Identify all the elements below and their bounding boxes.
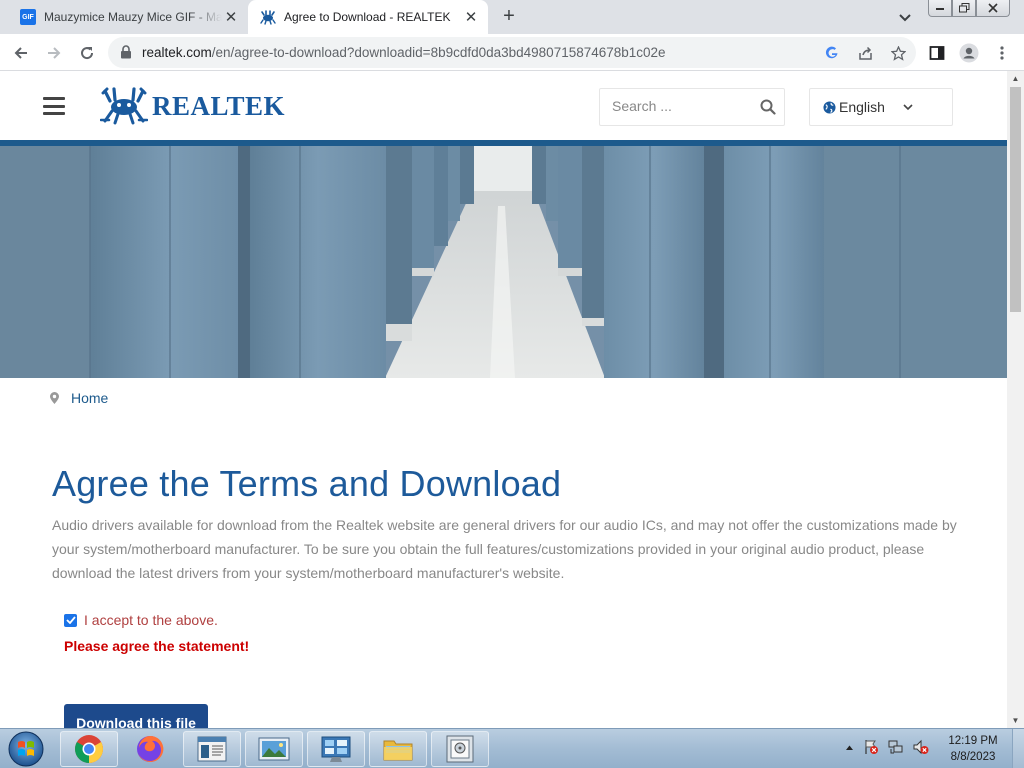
taskbar-file-explorer[interactable] <box>369 731 427 767</box>
disk-utility-icon <box>446 735 474 763</box>
close-window-button[interactable] <box>976 0 1010 17</box>
network-icon[interactable] <box>888 739 904 755</box>
system-tray <box>845 739 929 755</box>
site-search[interactable] <box>599 88 785 126</box>
download-file-button[interactable]: Download this file <box>64 704 208 728</box>
windows-taskbar: 12:19 PM 8/8/2023 <box>0 728 1024 768</box>
logo-text: REALTEK <box>152 90 286 121</box>
agree-warning-text: Please agree the statement! <box>64 638 250 654</box>
accept-checkbox[interactable] <box>64 613 77 627</box>
back-arrow-icon <box>14 47 27 59</box>
url-text[interactable]: realtek.com/en/agree-to-download?downloa… <box>142 45 666 60</box>
globe-icon <box>823 100 836 114</box>
chevron-down-icon <box>903 104 913 111</box>
address-bar[interactable]: realtek.com/en/agree-to-download?downloa… <box>108 37 916 68</box>
restore-icon <box>958 3 969 13</box>
profile-button[interactable] <box>958 42 980 64</box>
checkmark-icon <box>65 616 76 624</box>
accept-label[interactable]: I accept to the above. <box>84 612 218 628</box>
breadcrumb-home-link[interactable]: Home <box>71 390 108 406</box>
tab-search-chevron-icon[interactable] <box>895 7 915 27</box>
taskbar-firefox[interactable] <box>121 731 179 767</box>
taskbar-control-panel[interactable] <box>307 731 365 767</box>
clock-date: 8/8/2023 <box>950 751 996 763</box>
tab-title: Agree to Download - REALTEK <box>284 10 451 24</box>
taskbar-clock[interactable]: 12:19 PM 8/8/2023 <box>940 733 1006 765</box>
show-hidden-icons-icon[interactable] <box>845 744 854 751</box>
browser-toolbar: realtek.com/en/agree-to-download?downloa… <box>0 34 1024 71</box>
star-icon <box>890 45 906 61</box>
reload-button[interactable] <box>76 42 98 64</box>
window-controls <box>928 0 1010 18</box>
realtek-crab-logo-icon <box>100 87 148 125</box>
file-explorer-icon <box>383 740 413 761</box>
page-viewport: REALTEK English <box>0 71 1007 728</box>
bookmark-star-icon[interactable] <box>888 43 908 63</box>
taskbar-notepad[interactable] <box>183 731 241 767</box>
language-label: English <box>839 99 885 115</box>
restore-button[interactable] <box>952 0 976 17</box>
search-input[interactable] <box>612 98 752 114</box>
language-selector[interactable]: English <box>809 88 953 126</box>
photo-viewer-icon <box>258 737 290 761</box>
accept-terms-row[interactable]: I accept to the above. <box>64 612 218 628</box>
tab-strip: GIF Mauzymice Mauzy Mice GIF - Ma ✕ Agre… <box>0 0 1024 34</box>
intro-text: Audio drivers available for download fro… <box>52 517 957 581</box>
close-icon[interactable]: ✕ <box>462 8 480 26</box>
show-desktop-button[interactable] <box>1012 729 1024 768</box>
start-orb-icon[interactable] <box>5 730 47 768</box>
minimize-button[interactable] <box>928 0 952 17</box>
control-panel-icon <box>321 736 351 762</box>
kebab-menu-icon <box>1000 46 1004 60</box>
taskbar-disk-utility[interactable] <box>431 731 489 767</box>
profile-avatar-icon <box>959 43 979 63</box>
page-title: Agree the Terms and Download <box>52 463 562 504</box>
volume-muted-icon[interactable] <box>913 739 929 755</box>
clock-time: 12:19 PM <box>948 735 998 747</box>
scrollbar-thumb[interactable] <box>1010 87 1021 312</box>
map-pin-icon <box>50 392 59 404</box>
gif-icon: GIF <box>20 9 36 25</box>
taskbar-photo-viewer[interactable] <box>245 731 303 767</box>
new-tab-button[interactable]: + <box>497 5 521 29</box>
minimize-icon <box>936 8 944 10</box>
taskbar-chrome[interactable] <box>60 731 118 767</box>
back-button[interactable] <box>10 42 32 64</box>
hero-banner-image <box>0 146 1007 378</box>
firefox-icon <box>137 735 164 762</box>
url-host: realtek.com <box>142 45 212 60</box>
page-scrollbar[interactable]: ▲ ▼ <box>1007 71 1024 728</box>
close-window-icon <box>988 3 998 13</box>
tab-title: Mauzymice Mauzy Mice GIF - Ma <box>44 10 222 24</box>
menu-button[interactable] <box>991 42 1013 64</box>
google-translate-icon[interactable] <box>822 43 842 63</box>
scroll-up-arrow-icon[interactable]: ▲ <box>1011 74 1020 83</box>
lock-icon[interactable] <box>120 45 132 59</box>
chrome-icon <box>75 735 103 763</box>
scroll-down-arrow-icon[interactable]: ▼ <box>1011 716 1020 725</box>
realtek-crab-icon <box>260 10 276 25</box>
reload-icon <box>81 47 94 60</box>
action-center-flag-icon[interactable] <box>863 739 879 755</box>
side-panel-icon <box>929 46 945 60</box>
side-panel-button[interactable] <box>926 42 948 64</box>
forward-button[interactable] <box>43 42 65 64</box>
breadcrumb: Home <box>50 390 108 406</box>
hamburger-menu-icon[interactable] <box>43 97 65 115</box>
google-g-icon <box>825 46 838 59</box>
tab-gif[interactable]: GIF Mauzymice Mauzy Mice GIF - Ma ✕ <box>12 0 248 34</box>
url-path: /en/agree-to-download?downloadid=8b9cdfd… <box>211 45 666 60</box>
tab-realtek[interactable]: Agree to Download - REALTEK ✕ <box>248 0 488 34</box>
site-header: REALTEK English <box>0 71 1007 140</box>
search-icon[interactable] <box>760 99 776 115</box>
realtek-logo[interactable]: REALTEK <box>100 85 285 127</box>
close-icon[interactable]: ✕ <box>222 8 240 26</box>
share-icon[interactable] <box>855 43 875 63</box>
share-arrow-icon <box>858 46 872 60</box>
forward-arrow-icon <box>48 47 61 59</box>
notepad-window-icon <box>197 736 227 762</box>
